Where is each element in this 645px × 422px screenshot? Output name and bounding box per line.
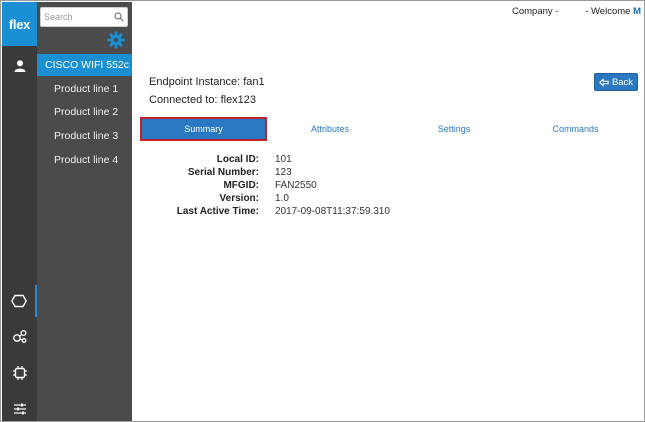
network-button[interactable]	[2, 320, 37, 352]
connected-to-label: Connected to:	[149, 94, 218, 106]
tab-summary[interactable]: Summary	[140, 117, 267, 141]
search-icon[interactable]	[114, 12, 124, 22]
back-arrow-icon	[599, 77, 609, 87]
flex-logo: flex	[2, 2, 37, 46]
detail-value: 1.0	[275, 193, 289, 204]
user-initial[interactable]: M	[633, 6, 641, 17]
endpoint-instance-label: Endpoint Instance:	[149, 76, 241, 88]
top-bar: Company - - Welcome M	[132, 2, 643, 20]
detail-value: FAN2550	[275, 180, 317, 191]
chip-icon	[12, 366, 27, 380]
sliders-icon	[13, 403, 26, 415]
hexagon-icon	[10, 294, 27, 308]
welcome-label: - Welcome M	[585, 6, 641, 17]
endpoint-instance-value: fan1	[243, 76, 265, 88]
tab-attributes[interactable]: Attributes	[267, 117, 393, 141]
nav-item-product-line-2[interactable]: Product line 2	[37, 101, 132, 123]
back-button[interactable]: Back	[594, 73, 638, 91]
gear-icon[interactable]	[107, 31, 125, 49]
company-label: Company -	[512, 6, 559, 17]
detail-row-mfgid: MFGID: FAN2550	[132, 180, 532, 193]
devices-button[interactable]	[2, 285, 37, 317]
welcome-text: - Welcome	[585, 6, 631, 17]
detail-row-last-active-time: Last Active Time: 2017-09-08T11:37:59.31…	[132, 206, 532, 219]
user-button[interactable]	[2, 50, 37, 82]
main-content: Endpoint Instance: fan1 Connected to: fl…	[132, 20, 643, 420]
tab-settings[interactable]: Settings	[393, 117, 515, 141]
network-icon	[12, 329, 27, 343]
settings-sliders-button[interactable]	[2, 393, 37, 421]
detail-key: Serial Number:	[187, 167, 259, 178]
nav-item-product-line-4[interactable]: Product line 4	[37, 149, 132, 171]
user-icon	[14, 60, 25, 72]
nav-item-product-line-3[interactable]: Product line 3	[37, 125, 132, 147]
product-nav: CISCO WIFI 552c Product line 1 Product l…	[37, 2, 132, 421]
detail-value: 101	[275, 154, 292, 165]
tab-bar: Summary Attributes Settings Commands	[140, 117, 636, 141]
detail-key: Version:	[219, 193, 259, 204]
detail-key: MFGID:	[223, 180, 259, 191]
nav-item-product-line-1[interactable]: Product line 1	[37, 78, 132, 100]
detail-key: Last Active Time:	[176, 206, 259, 217]
detail-key: Local ID:	[216, 154, 259, 165]
chip-button[interactable]	[2, 357, 37, 389]
icon-rail: flex	[2, 2, 37, 421]
back-button-label: Back	[611, 76, 634, 88]
detail-value: 2017-09-08T11:37:59.310	[275, 206, 390, 217]
nav-item-active[interactable]: CISCO WIFI 552c	[37, 54, 132, 76]
app-window: flex Search CISCO WIFI 552c Product line…	[0, 0, 645, 422]
detail-row-local-id: Local ID: 101	[132, 154, 532, 167]
tab-commands[interactable]: Commands	[515, 117, 636, 141]
detail-row-version: Version: 1.0	[132, 193, 532, 206]
endpoint-instance: Endpoint Instance: fan1	[149, 76, 265, 88]
search-box[interactable]	[40, 7, 128, 27]
detail-value: 123	[275, 167, 292, 178]
connected-to-value: flex123	[220, 94, 257, 106]
search-input[interactable]	[44, 10, 114, 24]
connected-to: Connected to: flex123	[149, 94, 256, 106]
detail-row-serial-number: Serial Number: 123	[132, 167, 532, 180]
